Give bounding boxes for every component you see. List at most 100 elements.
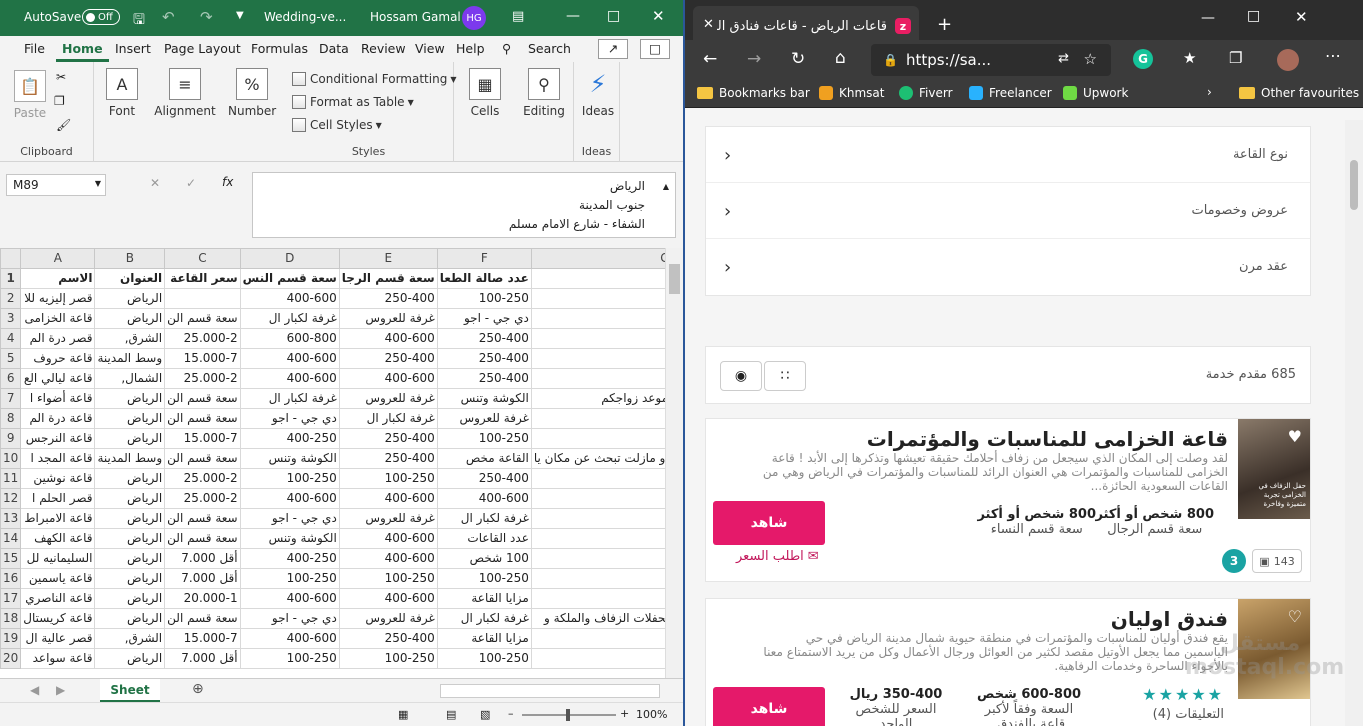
cell[interactable]: 100-250 <box>338 568 438 589</box>
cell[interactable]: سعر القاعة <box>164 268 241 289</box>
column-header[interactable]: A <box>20 248 96 269</box>
maximize-icon[interactable]: □ <box>607 8 620 24</box>
cell[interactable]: 100-250 <box>239 468 340 489</box>
tab-close-icon[interactable]: ✕ <box>703 17 714 32</box>
cell[interactable]: سعة قسم الن <box>164 448 241 469</box>
cell[interactable]: 100-250 <box>239 568 340 589</box>
column-header[interactable]: F <box>436 248 532 269</box>
cell[interactable]: دي جي - اجو <box>239 408 340 429</box>
cell[interactable]: قصر عالية ال <box>20 628 96 649</box>
cell[interactable]: قاعة درة الم <box>20 408 96 429</box>
cell[interactable]: الشرق, <box>94 628 166 649</box>
profile-avatar[interactable] <box>1277 49 1299 71</box>
row-header[interactable]: 11 <box>0 468 22 489</box>
cell[interactable]: الرياض <box>94 308 166 329</box>
cell[interactable]: سعة قسم الن <box>164 388 241 409</box>
cell[interactable]: السليمانيه لل <box>20 548 96 569</box>
cell[interactable]: الرياض <box>94 568 166 589</box>
row-header[interactable]: 2 <box>0 288 22 309</box>
filter-flexible-contract[interactable]: عقد مرن › <box>706 239 1310 295</box>
venue-title[interactable]: فندق اوليان <box>1111 607 1228 631</box>
cell[interactable]: 100-250 <box>436 428 532 449</box>
conditional-formatting-button[interactable]: Conditional Formatting ▼ <box>292 72 456 86</box>
cell[interactable]: غرفة للعروس <box>338 388 438 409</box>
cell[interactable]: قاعة طعام م <box>530 328 683 349</box>
tab-data[interactable]: Data <box>313 36 355 62</box>
cell[interactable]: قاعة نوشين <box>20 468 96 489</box>
cell[interactable]: غرفة لكبار ال <box>239 388 340 409</box>
cell[interactable]: 250-400 <box>436 368 532 389</box>
cell[interactable]: 25.000-2 <box>164 368 241 389</box>
collapse-formula-icon[interactable]: ▲ <box>663 177 669 196</box>
cell[interactable]: 100-250 <box>338 468 438 489</box>
cell[interactable] <box>164 288 241 309</box>
cell[interactable]: الخطوة الأهم عند اقتراب موعد زواجكم <box>530 388 683 409</box>
cell[interactable]: الرياض <box>94 428 166 449</box>
horizontal-scrollbar[interactable] <box>440 684 660 698</box>
cell[interactable]: سعة قسم الرجا <box>338 268 438 289</box>
share-icon[interactable]: ↗ <box>598 39 628 59</box>
alignment-button[interactable]: ≡ Alignment <box>154 68 216 118</box>
grid-table[interactable]: ABCDEFGHIJ1الاسمالعنوانسعر القاعةسعة قسم… <box>0 248 683 669</box>
cell[interactable]: 250-400 <box>338 428 438 449</box>
cell[interactable]: غرفة لكبار ال <box>338 408 438 429</box>
new-tab-icon[interactable]: + <box>937 14 952 35</box>
cell[interactable]: الاسم <box>20 268 96 289</box>
tab-insert[interactable]: Insert <box>109 36 157 62</box>
cell[interactable]: دي جي - اجو <box>239 508 340 529</box>
cell[interactable]: 400-600 <box>239 368 340 389</box>
filter-hall-type[interactable]: نوع القاعة › <box>706 127 1310 183</box>
cell[interactable]: أقل 7.000 <box>164 568 241 589</box>
cell[interactable]: 400-600 <box>239 488 340 509</box>
select-all-corner[interactable] <box>0 248 22 269</box>
cell[interactable]: الكوشة وتنس <box>239 528 340 549</box>
cell[interactable]: 400-250 <box>239 548 340 569</box>
cell[interactable]: قاعة طعام م <box>530 548 683 569</box>
normal-view-icon[interactable]: ▦ <box>398 708 408 721</box>
cell[interactable]: مزايا القاعة <box>436 588 532 609</box>
row-header[interactable]: 18 <box>0 608 22 629</box>
close-icon[interactable]: ✕ <box>1295 8 1308 26</box>
sheet-tab[interactable]: Sheet <box>100 679 160 703</box>
row-header[interactable]: 7 <box>0 388 22 409</box>
cell[interactable]: 400-600 <box>338 328 438 349</box>
cell[interactable]: 600-800 <box>239 328 340 349</box>
request-quote-link[interactable]: ✉اطلب السعر <box>736 549 819 564</box>
row-header[interactable]: 12 <box>0 488 22 509</box>
cell[interactable]: قاعة المجد ا <box>20 448 96 469</box>
cell[interactable]: 400-600 <box>338 488 438 509</box>
cell[interactable]: قاعة طعام م <box>530 348 683 369</box>
collections-icon[interactable]: ❐ <box>1229 49 1242 67</box>
zoom-handle[interactable] <box>566 709 570 721</box>
other-favourites[interactable]: Other favourites <box>1239 86 1359 100</box>
row-header[interactable]: 4 <box>0 328 22 349</box>
address-bar[interactable]: 🔒 https://sa... ⇄ ☆ <box>871 44 1111 76</box>
format-painter-icon[interactable]: 🖌 <box>56 118 71 132</box>
zoom-slider[interactable] <box>522 709 616 721</box>
add-sheet-icon[interactable]: ⊕ <box>192 681 204 697</box>
copy-icon[interactable]: ❐ <box>54 94 65 108</box>
name-box[interactable]: M89 ▼ <box>6 174 106 196</box>
cell[interactable]: دي جي - اجو <box>239 608 340 629</box>
cell[interactable]: قاعة الخزامى <box>20 308 96 329</box>
view-button[interactable]: شاهد <box>713 687 825 726</box>
zoom-out-icon[interactable]: – <box>508 707 514 720</box>
cell[interactable]: قصر درة الم <box>20 328 96 349</box>
cell[interactable]: 25.000-2 <box>164 328 241 349</box>
tab-home[interactable]: Home <box>56 36 109 62</box>
photos-count[interactable]: ▣ 143 <box>1252 549 1302 573</box>
cell[interactable]: الكوشة وتنس <box>436 388 532 409</box>
cell[interactable]: قاعة ياسمين <box>20 568 96 589</box>
cell[interactable]: 20.000-1 <box>164 588 241 609</box>
scroll-thumb[interactable] <box>669 264 680 294</box>
cell[interactable]: الرياض <box>94 468 166 489</box>
cell[interactable]: الشمال, <box>94 368 166 389</box>
cell[interactable]: 400-600 <box>338 528 438 549</box>
cell[interactable]: غرفة للعروس <box>436 408 532 429</box>
cell[interactable]: قاعة الامبراط <box>20 508 96 529</box>
column-header[interactable]: D <box>239 248 340 269</box>
cell[interactable]: غرفة لكبار ال <box>436 608 532 629</box>
grid-view-icon[interactable]: ∷ <box>764 361 806 391</box>
insert-function-icon[interactable]: fx <box>222 175 233 189</box>
favorite-star-icon[interactable]: ☆ <box>1084 50 1097 68</box>
